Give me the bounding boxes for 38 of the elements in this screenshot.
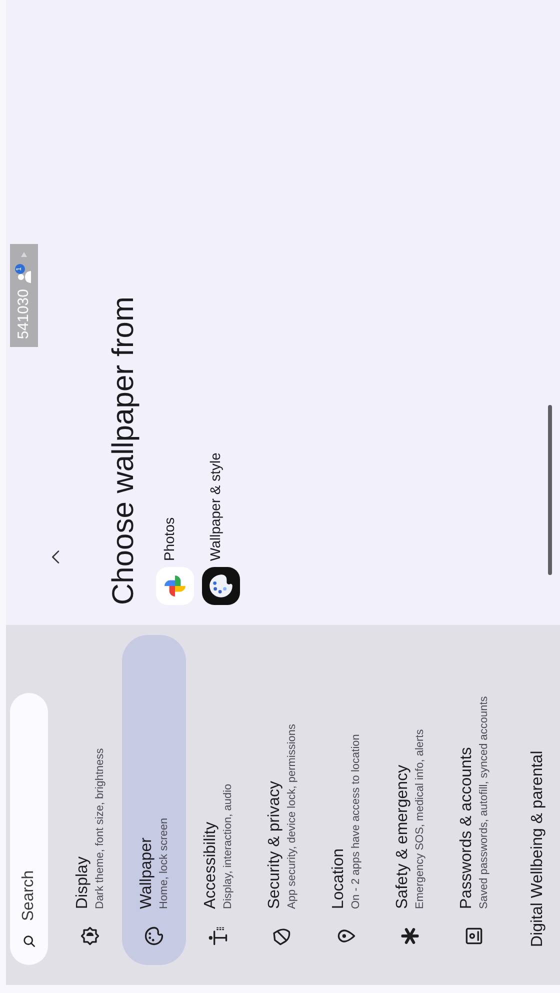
settings-item-subtitle: On - 2 apps have access to location (349, 734, 363, 909)
settings-item[interactable]: Digital Wellbeing & parental (506, 635, 560, 965)
settings-item-title: Passwords & accounts (457, 746, 476, 909)
asterisk-icon (399, 925, 421, 947)
caret-icon (21, 252, 27, 258)
settings-item[interactable]: Security & privacy App security, device lock, permissions (250, 635, 314, 965)
app-option[interactable]: Photos (156, 0, 194, 605)
accessibility-person-icon (207, 925, 229, 947)
user-id: 541030 (14, 289, 33, 340)
settings-item-subtitle: Display, interaction, audio (221, 784, 235, 909)
settings-item-subtitle: Dark theme, font size, brightness (93, 748, 107, 909)
settings-item-subtitle: App security, device lock, permissions (285, 724, 299, 909)
settings-item-title: Safety & emergency (393, 764, 412, 909)
settings-item-title: Wallpaper (137, 836, 156, 909)
account-card-icon (463, 925, 485, 947)
settings-item[interactable]: Accessibility Display, interaction, audio (186, 635, 250, 965)
settings-item[interactable]: Passwords & accounts Saved passwords, autofill, synced accounts (442, 635, 506, 965)
app-option[interactable]: Wallpaper & style (202, 0, 240, 605)
search-icon (21, 933, 37, 949)
person-icon (17, 271, 31, 283)
settings-item-title: Security & privacy (265, 780, 284, 909)
settings-item-title: Accessibility (201, 820, 220, 909)
settings-item-title: Display (73, 856, 92, 909)
search-field[interactable]: Search (10, 693, 48, 965)
settings-item[interactable]: Wallpaper Home, lock screen (122, 635, 186, 965)
settings-item-subtitle: Home, lock screen (157, 818, 171, 909)
settings-item[interactable]: Safety & emergency Emergency SOS, medical info, alerts (378, 635, 442, 965)
settings-item[interactable]: Location On - 2 apps have access to location (314, 635, 378, 965)
palette-icon (143, 925, 165, 947)
settings-item-subtitle: Saved passwords, autofill, synced accounts (477, 696, 491, 909)
palette-app-icon (202, 567, 240, 605)
pinwheel-app-icon (156, 567, 194, 605)
brightness-icon (79, 925, 101, 947)
settings-item-title: Location (329, 848, 348, 909)
settings-item[interactable]: Display Dark theme, font size, brightness (58, 635, 122, 965)
settings-item-title: Digital Wellbeing & parental (528, 750, 547, 947)
panel-title: Choose wallpaper from (106, 296, 141, 605)
settings-item-subtitle: Emergency SOS, medical info, alerts (413, 729, 427, 909)
